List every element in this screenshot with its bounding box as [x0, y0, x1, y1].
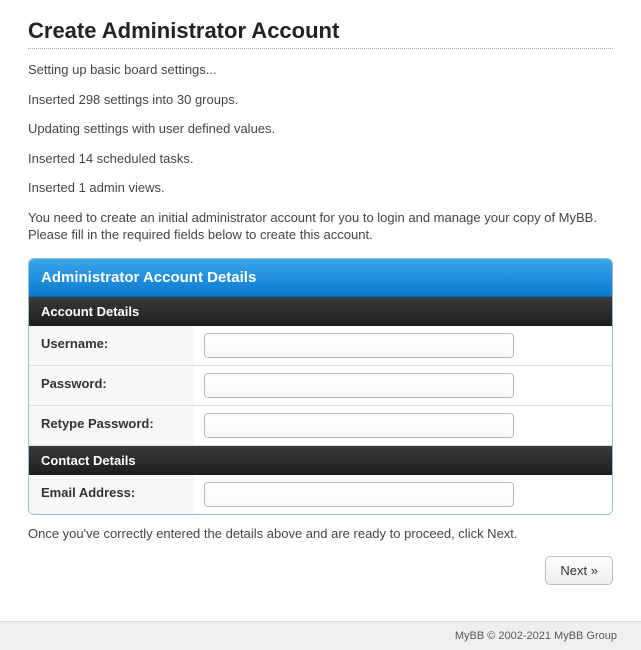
page-title: Create Administrator Account	[28, 18, 613, 49]
section-contact-details: Contact Details	[29, 446, 612, 475]
status-line-settings: Setting up basic board settings...	[28, 61, 613, 79]
field-row-email: Email Address:	[29, 475, 612, 514]
username-label: Username:	[29, 326, 194, 365]
username-input[interactable]	[204, 333, 514, 358]
status-line-scheduled-tasks: Inserted 14 scheduled tasks.	[28, 150, 613, 168]
proceed-instruction: Once you've correctly entered the detail…	[28, 525, 613, 543]
section-account-details: Account Details	[29, 297, 612, 326]
email-input[interactable]	[204, 482, 514, 507]
password-input[interactable]	[204, 373, 514, 398]
admin-account-form: Administrator Account Details Account De…	[28, 258, 613, 515]
form-title: Administrator Account Details	[29, 259, 612, 297]
password-label: Password:	[29, 366, 194, 405]
footer-copyright: MyBB © 2002-2021 MyBB Group	[0, 621, 641, 650]
next-button[interactable]: Next »	[545, 556, 613, 585]
field-row-password: Password:	[29, 366, 612, 406]
field-row-username: Username:	[29, 326, 612, 366]
create-account-intro: You need to create an initial administra…	[28, 209, 613, 244]
retype-password-input[interactable]	[204, 413, 514, 438]
email-label: Email Address:	[29, 475, 194, 514]
status-line-admin-views: Inserted 1 admin views.	[28, 179, 613, 197]
field-row-retype-password: Retype Password:	[29, 406, 612, 446]
status-line-inserted-settings: Inserted 298 settings into 30 groups.	[28, 91, 613, 109]
status-line-update-user-values: Updating settings with user defined valu…	[28, 120, 613, 138]
retype-password-label: Retype Password:	[29, 406, 194, 445]
